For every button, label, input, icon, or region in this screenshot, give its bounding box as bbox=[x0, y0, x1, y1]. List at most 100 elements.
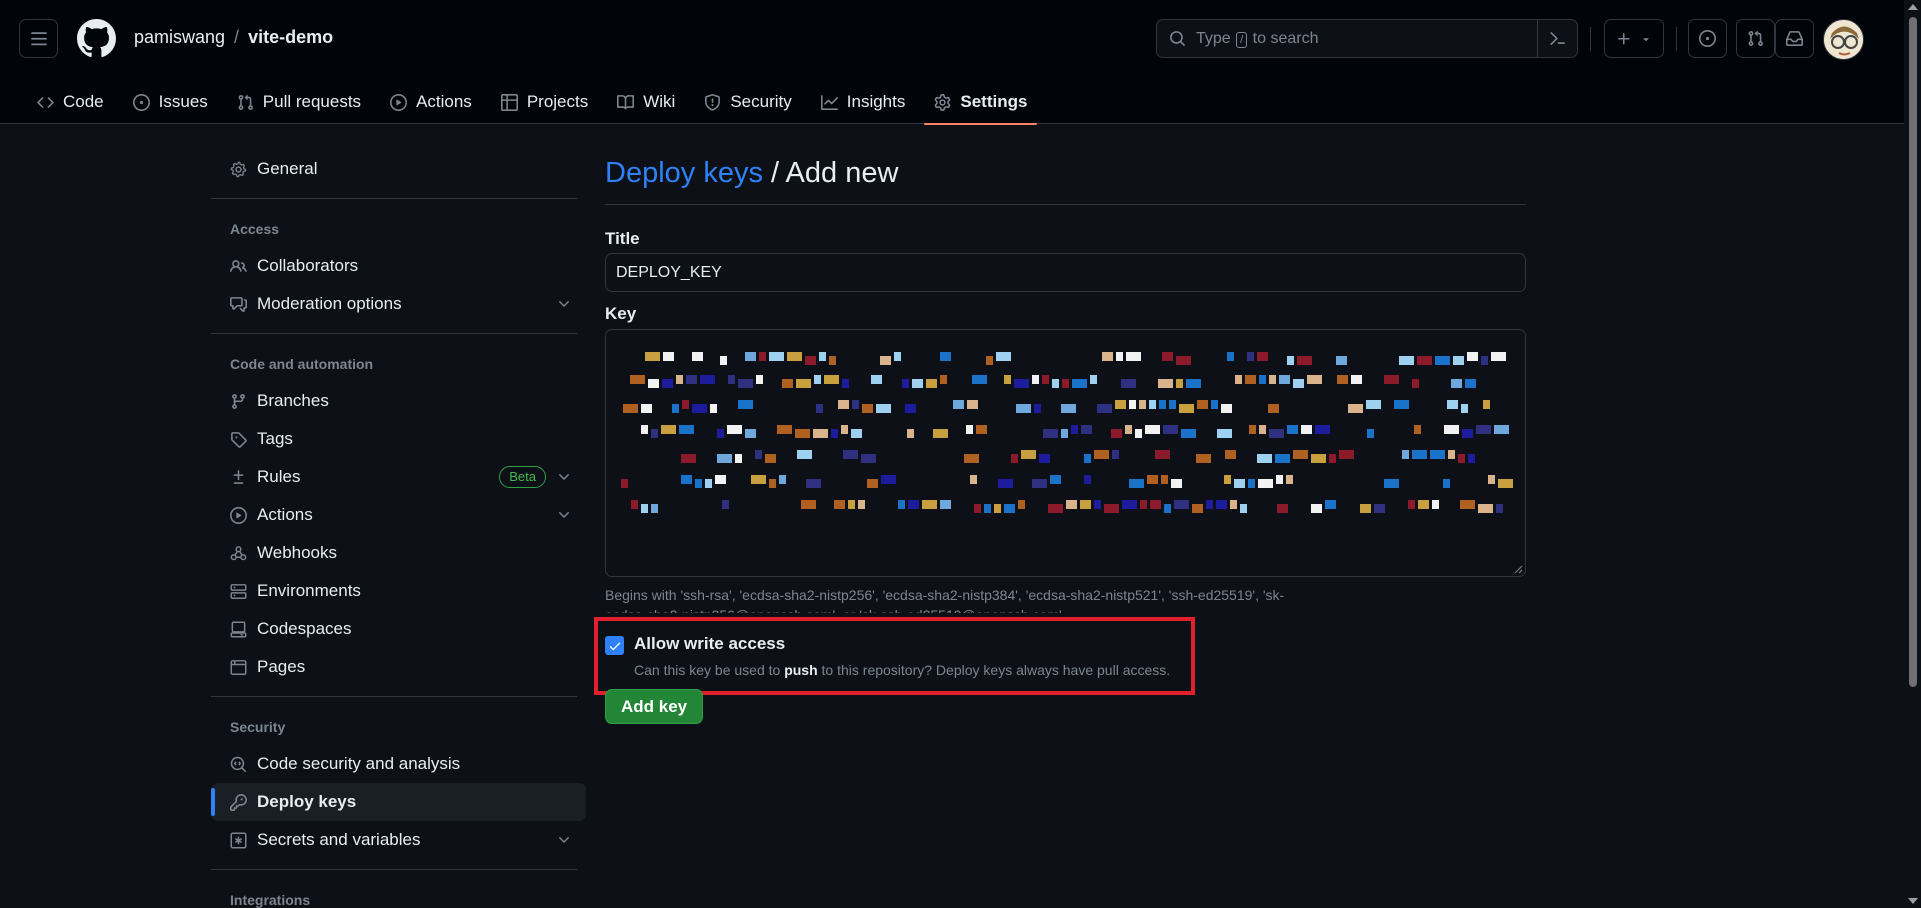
tab-code[interactable]: Code bbox=[27, 80, 114, 124]
redacted-key-pixel bbox=[1245, 375, 1256, 384]
redacted-key-pixel bbox=[782, 379, 793, 388]
scroll-thumb[interactable] bbox=[1909, 17, 1917, 687]
scroll-up-arrow-icon[interactable] bbox=[1908, 4, 1918, 10]
redacted-key-pixel bbox=[728, 375, 735, 384]
sidebar-item-codespaces[interactable]: Codespaces bbox=[211, 610, 586, 648]
redacted-key-pixel bbox=[1159, 400, 1166, 409]
redacted-key-pixel bbox=[1206, 500, 1213, 509]
redacted-key-pixel bbox=[645, 352, 660, 361]
redacted-key-pixel bbox=[1276, 475, 1283, 484]
deploy-keys-link[interactable]: Deploy keys bbox=[605, 157, 763, 189]
sidebar-item-code-security[interactable]: Code security and analysis bbox=[211, 745, 586, 783]
issue-opened-icon bbox=[1699, 30, 1716, 47]
sidebar-item-general[interactable]: General bbox=[211, 150, 586, 188]
user-avatar[interactable] bbox=[1823, 19, 1864, 60]
redacted-key-pixel bbox=[651, 429, 658, 438]
page-title: Deploy keys / Add new bbox=[605, 150, 1526, 205]
redacted-key-pixel bbox=[1443, 479, 1450, 488]
codespaces-icon bbox=[230, 621, 247, 637]
redacted-key-pixel bbox=[1360, 504, 1371, 513]
search-icon bbox=[1170, 31, 1185, 46]
sidebar-item-rules[interactable]: Rules Beta bbox=[211, 458, 586, 496]
github-logo-icon[interactable] bbox=[77, 19, 116, 58]
sidebar-item-moderation[interactable]: Moderation options bbox=[211, 285, 586, 323]
add-key-button[interactable]: Add key bbox=[605, 689, 704, 724]
menu-button[interactable] bbox=[19, 19, 58, 58]
resize-handle-icon[interactable] bbox=[1513, 564, 1523, 574]
redacted-key-pixel bbox=[974, 504, 981, 513]
redacted-key-pixel bbox=[1329, 454, 1336, 463]
sidebar-item-secrets[interactable]: Secrets and variables bbox=[211, 821, 586, 859]
redacted-key-pixel bbox=[623, 404, 638, 413]
redacted-key-pixel bbox=[1384, 375, 1399, 384]
create-new-button[interactable] bbox=[1604, 19, 1664, 58]
search-input[interactable]: Type / to search bbox=[1156, 19, 1578, 58]
chevron-down-icon[interactable] bbox=[556, 296, 572, 312]
sidebar-item-deploy-keys[interactable]: Deploy keys bbox=[211, 783, 586, 821]
repo-name-link[interactable]: vite-demo bbox=[248, 27, 333, 48]
redacted-key-pixel bbox=[1458, 454, 1465, 463]
redacted-key-pixel bbox=[1451, 379, 1462, 388]
tab-label: Wiki bbox=[643, 92, 676, 111]
redacted-key-pixel bbox=[1287, 425, 1298, 434]
chevron-down-icon[interactable] bbox=[556, 832, 572, 848]
chevron-down-icon[interactable] bbox=[556, 507, 572, 523]
tab-issues[interactable]: Issues bbox=[123, 80, 218, 124]
sidebar-item-tags[interactable]: Tags bbox=[211, 420, 586, 458]
write-access-checkbox[interactable] bbox=[605, 636, 624, 655]
redacted-key-pixel bbox=[1325, 500, 1336, 509]
redacted-key-pixel bbox=[1269, 375, 1276, 384]
tab-pull-requests[interactable]: Pull requests bbox=[227, 80, 371, 124]
tab-settings[interactable]: Settings bbox=[924, 80, 1038, 125]
title-input[interactable] bbox=[605, 253, 1526, 292]
sidebar-item-actions[interactable]: Actions bbox=[211, 496, 586, 534]
pull-requests-button[interactable] bbox=[1736, 19, 1775, 58]
tab-wiki[interactable]: Wiki bbox=[607, 80, 685, 124]
header-divider bbox=[1676, 27, 1677, 51]
tab-insights[interactable]: Insights bbox=[811, 80, 916, 124]
check-icon bbox=[609, 642, 620, 650]
sidebar-item-pages[interactable]: Pages bbox=[211, 648, 586, 686]
gear-icon bbox=[934, 93, 951, 111]
redacted-key-pixel bbox=[1311, 504, 1322, 513]
repo-owner-link[interactable]: pamiswang bbox=[134, 27, 225, 48]
sidebar-item-label: Collaborators bbox=[257, 256, 359, 275]
redacted-key-pixel bbox=[842, 379, 849, 388]
redacted-key-pixel bbox=[1071, 425, 1078, 434]
redacted-key-pixel bbox=[1448, 450, 1455, 459]
inbox-button[interactable] bbox=[1775, 19, 1814, 58]
sidebar-item-collaborators[interactable]: Collaborators bbox=[211, 247, 586, 285]
key-textarea[interactable] bbox=[605, 329, 1526, 577]
redacted-key-pixel bbox=[1230, 500, 1237, 509]
redacted-key-pixel bbox=[1417, 356, 1432, 365]
issues-button[interactable] bbox=[1688, 19, 1727, 58]
table-icon bbox=[500, 93, 518, 111]
chevron-down-icon[interactable] bbox=[556, 469, 572, 485]
redacted-key-pixel bbox=[805, 356, 816, 365]
tab-security[interactable]: Security bbox=[694, 80, 801, 124]
tab-projects[interactable]: Projects bbox=[491, 80, 598, 124]
scroll-down-arrow-icon[interactable] bbox=[1908, 898, 1918, 904]
redacted-key-pixel bbox=[621, 479, 628, 488]
asterisk-icon bbox=[230, 832, 247, 848]
tab-actions[interactable]: Actions bbox=[380, 80, 482, 124]
redacted-key-pixel bbox=[1211, 400, 1218, 409]
redacted-key-pixel bbox=[1158, 379, 1173, 388]
sidebar-item-webhooks[interactable]: Webhooks bbox=[211, 534, 586, 572]
page-scrollbar[interactable] bbox=[1904, 0, 1921, 908]
sidebar-item-branches[interactable]: Branches bbox=[211, 382, 586, 420]
redacted-key-pixel bbox=[1286, 475, 1293, 484]
redacted-key-pixel bbox=[1217, 429, 1232, 438]
redacted-key-pixel bbox=[1102, 352, 1113, 361]
command-palette-button[interactable] bbox=[1537, 20, 1577, 57]
sidebar-item-environments[interactable]: Environments bbox=[211, 572, 586, 610]
sidebar-item-label: Actions bbox=[257, 505, 313, 524]
redacted-key-pixel bbox=[824, 375, 839, 384]
redacted-key-pixel bbox=[1435, 356, 1450, 365]
redacted-key-pixel bbox=[1351, 375, 1362, 384]
redacted-key-pixel bbox=[663, 352, 674, 361]
redacted-key-pixel bbox=[1297, 356, 1312, 365]
redacted-key-pixel bbox=[1192, 504, 1203, 513]
redacted-key-pixel bbox=[1129, 479, 1144, 488]
write-access-label[interactable]: Allow write access bbox=[634, 634, 785, 654]
